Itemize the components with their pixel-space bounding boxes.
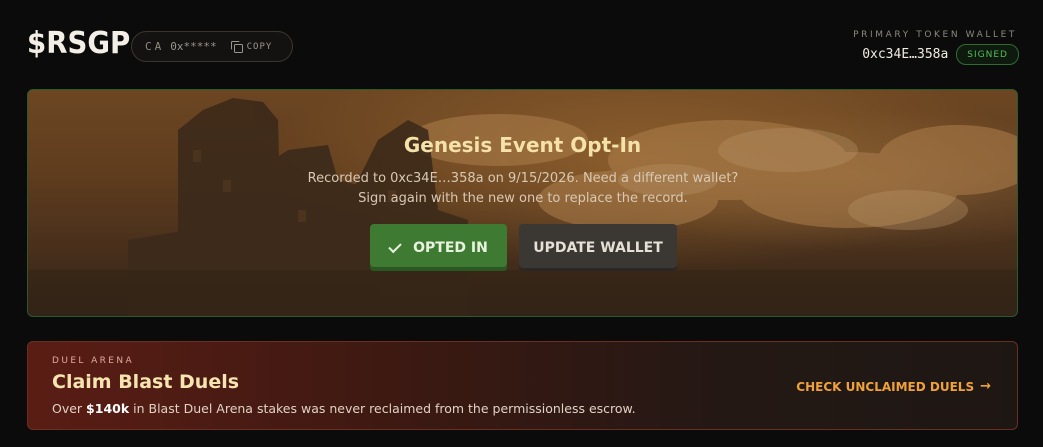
genesis-event-card: Genesis Event Opt-In Recorded to 0xc34E…… bbox=[27, 89, 1018, 317]
opted-in-button[interactable]: OPTED IN bbox=[370, 224, 507, 271]
duel-title: Claim Blast Duels bbox=[52, 371, 240, 393]
copy-button[interactable]: COPY bbox=[247, 42, 273, 52]
duel-amount: $140k bbox=[86, 401, 130, 416]
check-unclaimed-label: CHECK UNCLAIMED DUELS bbox=[796, 379, 975, 394]
ca-address: 0x***** bbox=[170, 40, 217, 53]
check-unclaimed-duels-link[interactable]: CHECK UNCLAIMED DUELS → bbox=[796, 379, 991, 394]
wallet-title: PRIMARY TOKEN WALLET bbox=[853, 30, 1017, 40]
contract-address-pill[interactable]: CA 0x***** COPY bbox=[131, 31, 293, 62]
opted-in-label: OPTED IN bbox=[413, 239, 488, 256]
wallet-address: 0xc34E…358a bbox=[862, 47, 949, 62]
ca-label: CA bbox=[145, 40, 165, 53]
hero-title: Genesis Event Opt-In bbox=[403, 133, 642, 157]
duel-arena-card: DUEL ARENA Claim Blast Duels Over $140k … bbox=[27, 341, 1018, 430]
duel-description: Over $140k in Blast Duel Arena stakes wa… bbox=[52, 401, 636, 416]
brand-logo: $RSGP bbox=[27, 26, 131, 61]
signed-badge: SIGNED bbox=[956, 44, 1019, 65]
update-wallet-button[interactable]: UPDATE WALLET bbox=[519, 224, 677, 271]
duel-kicker: DUEL ARENA bbox=[52, 356, 135, 366]
duel-desc-before: Over bbox=[52, 401, 87, 416]
duel-desc-after: in Blast Duel Arena stakes was never rec… bbox=[129, 401, 636, 416]
hero-description: Recorded to 0xc34E…358a on 9/15/2026. Ne… bbox=[307, 171, 739, 206]
arrow-right-icon: → bbox=[980, 379, 991, 394]
copy-icon[interactable] bbox=[230, 40, 243, 53]
wallet-row: 0xc34E…358a SIGNED bbox=[862, 44, 1019, 65]
check-icon bbox=[388, 239, 402, 253]
